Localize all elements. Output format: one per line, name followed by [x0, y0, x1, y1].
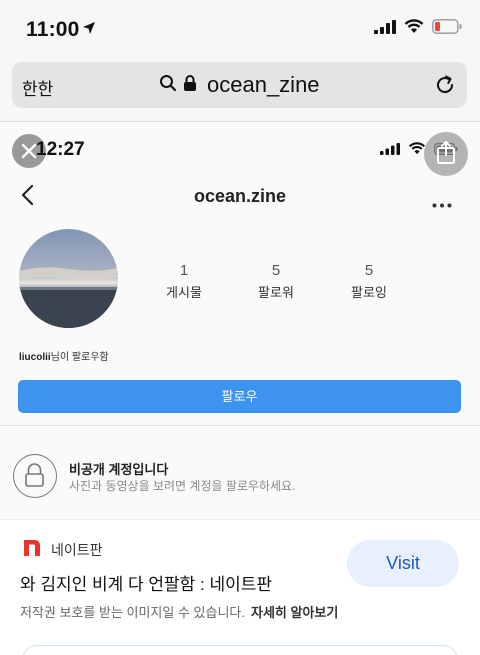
battery-icon: [432, 19, 462, 39]
share-icon: [424, 141, 468, 180]
followed-by-user: liucolii: [19, 352, 51, 363]
posts-stat: 1 게시물: [144, 262, 224, 301]
visit-button[interactable]: Visit: [347, 540, 459, 587]
profile-username: ocean.zine: [193, 186, 287, 206]
following-count: 5: [364, 262, 374, 279]
address-bar[interactable]: 한한 ocean_zine: [12, 62, 467, 108]
next-result-card[interactable]: [22, 645, 458, 655]
result-title[interactable]: 와 김지인 비계 다 언팔함 : 네이트판: [20, 570, 272, 595]
status-bar: 11:00: [0, 0, 480, 58]
nate-logo-icon: [22, 537, 42, 562]
status-time: 11:00: [26, 18, 80, 41]
wifi-icon: [404, 19, 424, 39]
copyright-note: 저작권 보호를 받는 이미지일 수 있습니다. 자세히 알아보기: [20, 602, 338, 621]
learn-more-link[interactable]: 자세히 알아보기: [251, 605, 338, 620]
followed-by-suffix: 님이 팔로우함: [50, 352, 109, 363]
share-button[interactable]: [424, 132, 468, 176]
search-icon: [159, 74, 177, 97]
preview-signal-icon: [380, 142, 400, 160]
preview-status-time: 12:27: [36, 139, 85, 160]
more-dots-icon: [432, 195, 452, 213]
divider: [0, 425, 480, 426]
reload-icon[interactable]: [433, 73, 457, 102]
posts-count: 1: [179, 262, 189, 279]
site-name[interactable]: 네이트판: [51, 540, 103, 560]
followers-stat: 5 팔로워: [236, 262, 316, 301]
private-lock-icon: [13, 454, 57, 498]
following-stat: 5 팔로잉: [329, 262, 409, 301]
text-size-button[interactable]: 한한: [22, 75, 53, 100]
copyright-text: 저작권 보호를 받는 이미지일 수 있습니다.: [20, 605, 245, 620]
posts-label: 게시물: [166, 285, 202, 300]
private-account-subtitle: 사진과 동영상을 보려면 계정을 팔로우하세요.: [69, 479, 296, 493]
followed-by: liucolii님이 팔로우함: [19, 348, 109, 363]
url-text: ocean_zine: [207, 72, 320, 97]
lock-icon: [183, 74, 197, 97]
followers-label: 팔로워: [258, 285, 294, 300]
avatar: [19, 229, 118, 328]
followers-count: 5: [271, 262, 281, 279]
private-account-title: 비공개 계정입니다: [69, 462, 169, 477]
signal-icon: [374, 19, 396, 39]
follow-button: 팔로우: [18, 380, 461, 413]
location-arrow-icon: [82, 21, 96, 40]
browser-toolbar: 한한 ocean_zine: [0, 58, 480, 122]
following-label: 팔로잉: [351, 285, 387, 300]
